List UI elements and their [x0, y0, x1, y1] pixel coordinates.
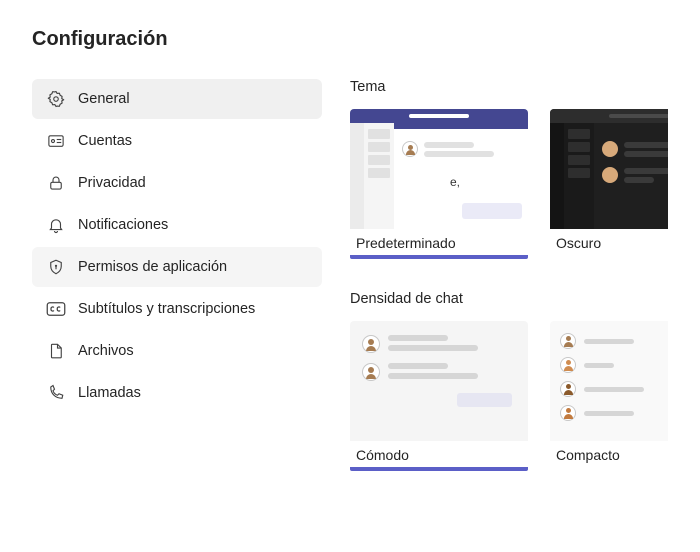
sidebar-item-calls[interactable]: Llamadas: [32, 373, 322, 413]
sidebar-item-label: Archivos: [78, 343, 134, 359]
sidebar-item-privacy[interactable]: Privacidad: [32, 163, 322, 203]
sidebar-item-files[interactable]: Archivos: [32, 331, 322, 371]
cc-icon: [46, 299, 66, 319]
theme-option-label: Predeterminado: [350, 229, 528, 255]
preview-text: e,: [450, 175, 460, 189]
sidebar-item-label: Notificaciones: [78, 217, 168, 233]
gear-icon: [46, 89, 66, 109]
sidebar-item-label: Permisos de aplicación: [78, 259, 227, 275]
density-option-label: Compacto: [550, 441, 668, 467]
theme-option-default[interactable]: e, Predeterminado: [350, 109, 528, 259]
theme-option-dark[interactable]: Oscuro: [550, 109, 668, 259]
density-option-compact[interactable]: Compacto: [550, 321, 668, 471]
theme-preview-default: e,: [350, 109, 528, 229]
density-section-title: Densidad de chat: [350, 291, 668, 307]
sidebar-item-label: General: [78, 91, 130, 107]
density-preview-comfy: [350, 321, 528, 441]
shield-icon: [46, 257, 66, 277]
theme-section-title: Tema: [350, 79, 668, 95]
accounts-icon: [46, 131, 66, 151]
sidebar-item-general[interactable]: General: [32, 79, 322, 119]
settings-sidebar: General Cuentas: [32, 79, 322, 503]
sidebar-item-label: Subtítulos y transcripciones: [78, 301, 255, 317]
sidebar-item-label: Llamadas: [78, 385, 141, 401]
settings-main: Tema: [350, 79, 668, 503]
page-title: Configuración: [32, 28, 668, 51]
lock-icon: [46, 173, 66, 193]
phone-icon: [46, 383, 66, 403]
density-option-label: Cómodo: [350, 441, 528, 467]
sidebar-item-app-permissions[interactable]: Permisos de aplicación: [32, 247, 322, 287]
density-option-comfy[interactable]: Cómodo: [350, 321, 528, 471]
sidebar-item-label: Privacidad: [78, 175, 146, 191]
sidebar-item-captions[interactable]: Subtítulos y transcripciones: [32, 289, 322, 329]
theme-option-label: Oscuro: [550, 229, 668, 255]
sidebar-item-accounts[interactable]: Cuentas: [32, 121, 322, 161]
theme-preview-dark: [550, 109, 668, 229]
bell-icon: [46, 215, 66, 235]
sidebar-item-label: Cuentas: [78, 133, 132, 149]
sidebar-item-notifications[interactable]: Notificaciones: [32, 205, 322, 245]
file-icon: [46, 341, 66, 361]
density-preview-compact: [550, 321, 668, 441]
